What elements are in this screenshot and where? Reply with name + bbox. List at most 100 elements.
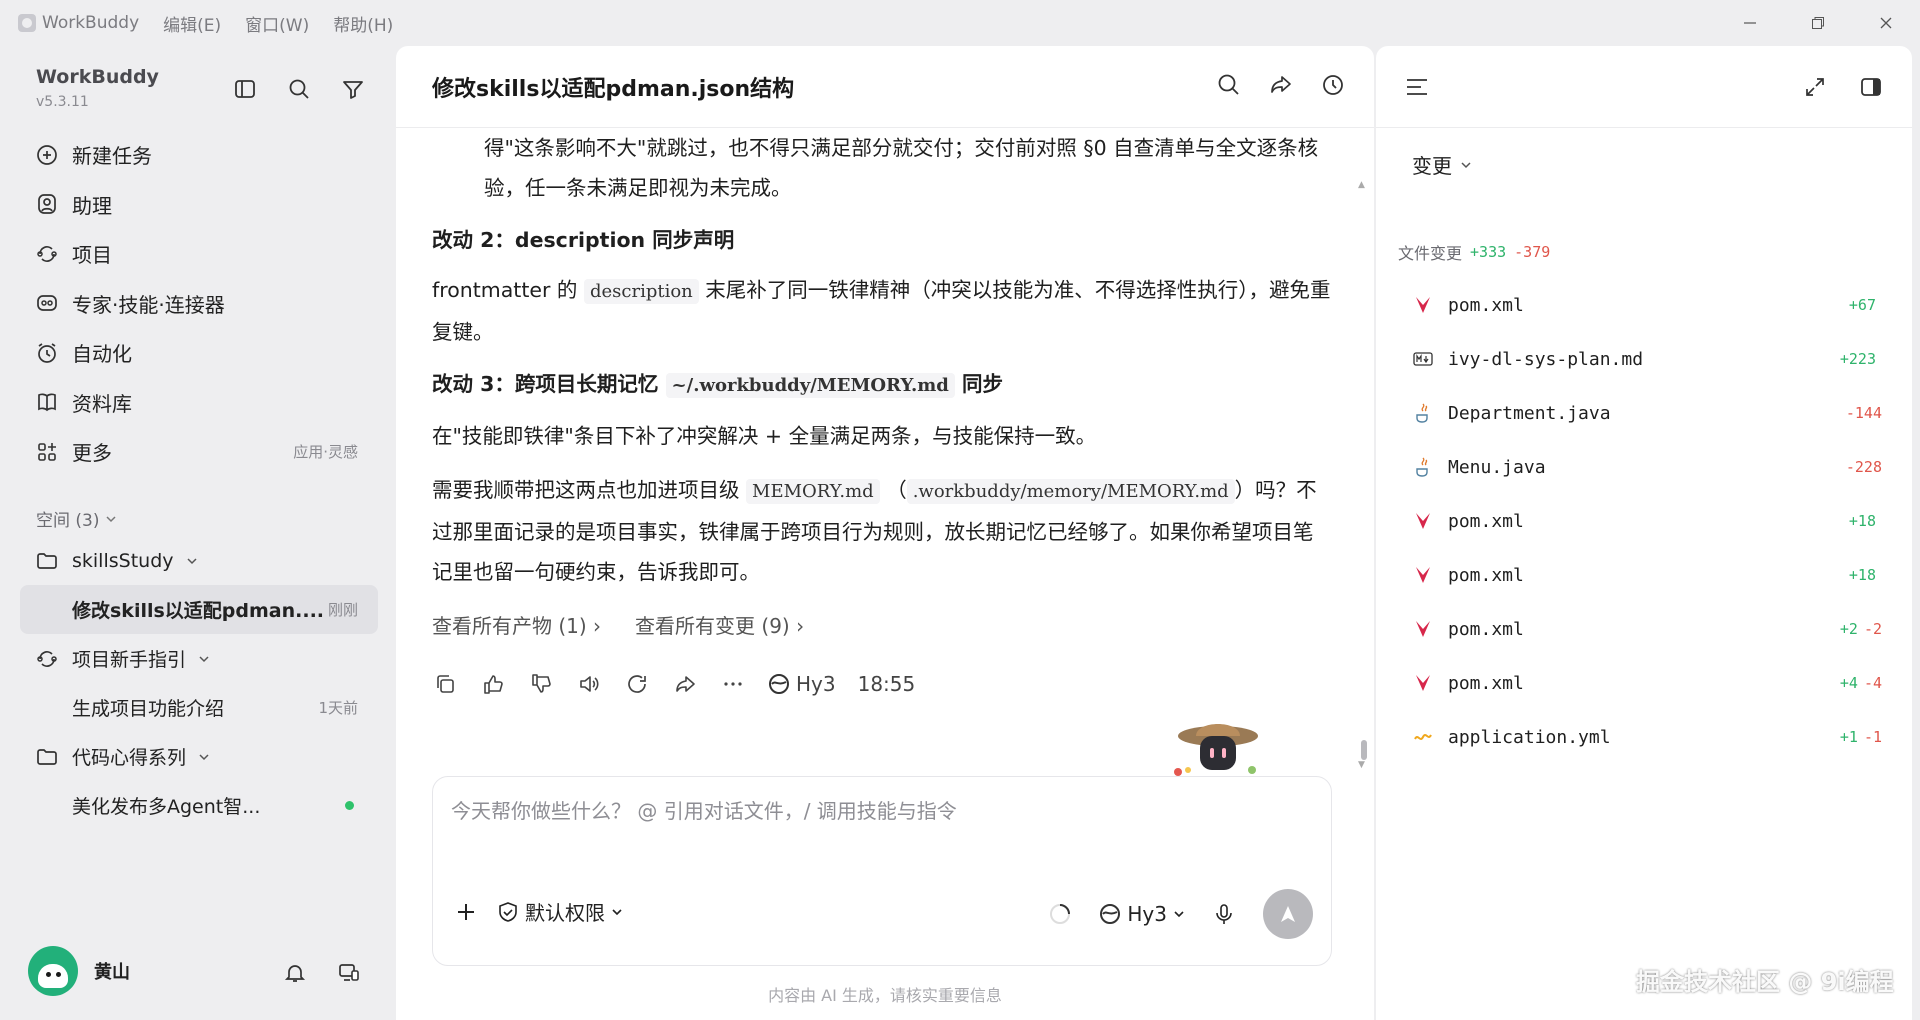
file-row[interactable]: Department.java -144 xyxy=(1412,386,1882,440)
apps-icon xyxy=(34,439,60,465)
file-name: pom.xml xyxy=(1448,294,1524,316)
more-icon[interactable] xyxy=(720,671,746,697)
file-row[interactable]: pom.xml +67 xyxy=(1412,278,1882,332)
minimize-button[interactable] xyxy=(1716,0,1784,46)
list-menu-icon[interactable] xyxy=(1402,72,1432,102)
chevron-down-icon xyxy=(105,513,117,525)
maven-icon xyxy=(1412,618,1434,640)
nav-more[interactable]: 更多 应用·灵感 xyxy=(20,427,378,477)
send-button[interactable] xyxy=(1263,889,1313,939)
file-name: pom.xml xyxy=(1448,564,1524,586)
file-deletions: -2 xyxy=(1863,620,1882,638)
view-artifacts-link[interactable]: 查看所有产物 (1) › xyxy=(432,606,601,646)
scrollbar-thumb[interactable] xyxy=(1361,740,1367,760)
nav-project[interactable]: 项目 xyxy=(20,229,378,279)
message-content: 得"这条影响不大"就跳过，也不得只满足部分就交付；交付前对照 §0 自查清单与全… xyxy=(432,128,1332,748)
thumbs-down-icon[interactable] xyxy=(528,671,554,697)
java-icon xyxy=(1412,402,1434,424)
nav-more-hint: 应用·灵感 xyxy=(293,443,358,462)
search-icon[interactable] xyxy=(284,74,314,104)
total-additions: +333 xyxy=(1470,243,1507,261)
nav-new-task[interactable]: 新建任务 xyxy=(20,130,378,180)
chevron-down-icon xyxy=(186,555,198,567)
tree-project-guide[interactable]: 项目新手指引 xyxy=(20,634,378,683)
user-profile[interactable]: 黄山 xyxy=(28,946,130,996)
nav-label: 助理 xyxy=(72,193,112,218)
model-name: Hy3 xyxy=(796,672,836,696)
file-row[interactable]: pom.xml +4 -4 xyxy=(1412,656,1882,710)
model-dropdown[interactable]: Hy3 xyxy=(1099,902,1185,926)
microphone-icon[interactable] xyxy=(1211,901,1237,927)
tree-folder-code[interactable]: 代码心得系列 xyxy=(20,732,378,781)
close-window-button[interactable] xyxy=(1852,0,1920,46)
file-row[interactable]: ivy-dl-sys-plan.md +223 xyxy=(1412,332,1882,386)
thumbs-up-icon[interactable] xyxy=(480,671,506,697)
file-name: pom.xml xyxy=(1448,672,1524,694)
tree-task[interactable]: 美化发布多Agent智... xyxy=(20,781,378,830)
menu-edit[interactable]: 编辑(E) xyxy=(163,11,221,36)
file-additions: +1 xyxy=(1839,728,1858,746)
main-panel: 修改skills以适配pdman.json结构 ▲ ▼ 得"这条影响不大"就跳过… xyxy=(396,46,1374,1020)
nav-automation[interactable]: 自动化 xyxy=(20,328,378,378)
brand: WorkBuddy v5.3.11 xyxy=(36,66,159,110)
expert-icon xyxy=(34,290,60,316)
expand-icon[interactable] xyxy=(1800,72,1830,102)
file-changes-summary: 文件变更 +333 -379 xyxy=(1398,240,1550,264)
tree-label: 修改skills以适配pdman.... xyxy=(72,600,325,622)
file-row[interactable]: pom.xml +18 xyxy=(1412,548,1882,602)
scroll-up-arrow[interactable]: ▲ xyxy=(1358,180,1365,190)
toggle-sidebar-icon[interactable] xyxy=(230,74,260,104)
file-row[interactable]: pom.xml +2 -2 xyxy=(1412,602,1882,656)
inline-code: .workbuddy/memory/MEMORY.md xyxy=(906,479,1235,504)
status-online-dot xyxy=(345,801,354,810)
file-row[interactable]: pom.xml +18 xyxy=(1412,494,1882,548)
app-name: WorkBuddy xyxy=(42,13,140,33)
file-changes-label: 文件变更 xyxy=(1398,244,1463,263)
devices-icon[interactable] xyxy=(334,958,364,988)
share-icon[interactable] xyxy=(1266,70,1296,100)
tree-task-active[interactable]: 修改skills以适配pdman.... 刚刚 xyxy=(20,585,378,634)
file-deletions: -4 xyxy=(1863,674,1882,692)
mascot-image xyxy=(1156,714,1266,778)
copy-icon[interactable] xyxy=(432,671,458,697)
maven-icon xyxy=(1412,564,1434,586)
permission-label: 默认权限 xyxy=(525,901,605,925)
add-attachment-icon[interactable] xyxy=(453,899,479,925)
message-paragraph: 得"这条影响不大"就跳过，也不得只满足部分就交付；交付前对照 §0 自查清单与全… xyxy=(484,136,1319,200)
composer-input[interactable]: 今天帮你做些什么？ @ 引用对话文件，/ 调用技能与指令 xyxy=(451,795,957,824)
tree-task[interactable]: 生成项目功能介绍 1天前 xyxy=(20,683,378,732)
space-label: 空间 (3) xyxy=(36,511,100,531)
toggle-panel-icon[interactable] xyxy=(1856,72,1886,102)
file-row[interactable]: Menu.java -228 xyxy=(1412,440,1882,494)
file-additions: +67 xyxy=(1848,296,1876,314)
scroll-down-arrow[interactable]: ▼ xyxy=(1358,760,1365,770)
view-changes-link[interactable]: 查看所有变更 (9) › xyxy=(635,606,804,646)
history-icon[interactable] xyxy=(1318,70,1348,100)
nav-library[interactable]: 资料库 xyxy=(20,378,378,428)
nav-assistant[interactable]: 助理 xyxy=(20,180,378,230)
space-section-toggle[interactable]: 空间 (3) xyxy=(36,506,117,531)
menu-window[interactable]: 窗口(W) xyxy=(245,11,309,36)
nav-label: 项目 xyxy=(72,243,112,268)
menu-help[interactable]: 帮助(H) xyxy=(333,11,393,36)
inline-code: ~/.workbuddy/MEMORY.md xyxy=(665,373,955,398)
file-name: Menu.java xyxy=(1448,456,1546,478)
tree-folder-skillsstudy[interactable]: skillsStudy xyxy=(20,536,378,585)
java-icon xyxy=(1412,456,1434,478)
share-icon[interactable] xyxy=(672,671,698,697)
filter-icon[interactable] xyxy=(338,74,368,104)
restore-button[interactable] xyxy=(1784,0,1852,46)
tree-meta: 1天前 xyxy=(318,699,358,717)
bell-icon[interactable] xyxy=(280,958,310,988)
tree-label: 项目新手指引 xyxy=(72,649,187,671)
file-row[interactable]: application.yml +1 -1 xyxy=(1412,710,1882,764)
permission-dropdown[interactable]: 默认权限 xyxy=(497,897,623,926)
nav-experts[interactable]: 专家·技能·连接器 xyxy=(20,279,378,329)
maven-icon xyxy=(1412,510,1434,532)
shield-check-icon xyxy=(497,901,519,923)
changes-dropdown[interactable]: 变更 xyxy=(1412,150,1472,179)
refresh-icon[interactable] xyxy=(624,671,650,697)
speaker-icon[interactable] xyxy=(576,671,602,697)
tree-label: skillsStudy xyxy=(72,549,174,572)
search-icon[interactable] xyxy=(1214,70,1244,100)
